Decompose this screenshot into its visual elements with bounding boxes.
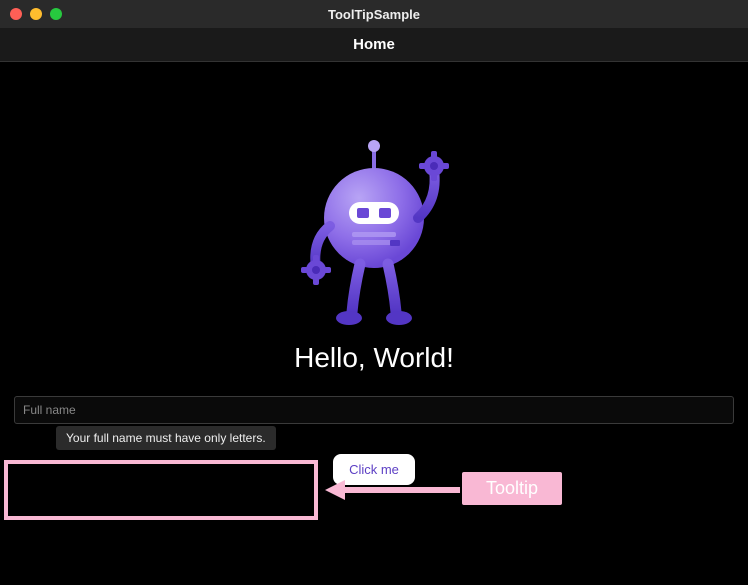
navbar: Home xyxy=(0,28,748,62)
content-area: Hello, World! Your full name must have o… xyxy=(0,62,748,585)
robot-image xyxy=(294,140,454,330)
annotation-label: Tooltip xyxy=(462,472,562,505)
annotation-highlight-box xyxy=(4,460,318,520)
fullname-input[interactable] xyxy=(14,396,734,424)
navbar-title: Home xyxy=(353,36,395,53)
click-me-button[interactable]: Click me xyxy=(333,454,415,485)
window-title: ToolTipSample xyxy=(0,7,748,22)
minimize-icon[interactable] xyxy=(30,8,42,20)
titlebar: ToolTipSample xyxy=(0,0,748,28)
window-controls xyxy=(10,8,62,20)
close-icon[interactable] xyxy=(10,8,22,20)
tooltip: Your full name must have only letters. xyxy=(56,426,276,450)
maximize-icon[interactable] xyxy=(50,8,62,20)
page-title: Hello, World! xyxy=(294,342,454,374)
input-row: Your full name must have only letters. xyxy=(14,396,734,424)
